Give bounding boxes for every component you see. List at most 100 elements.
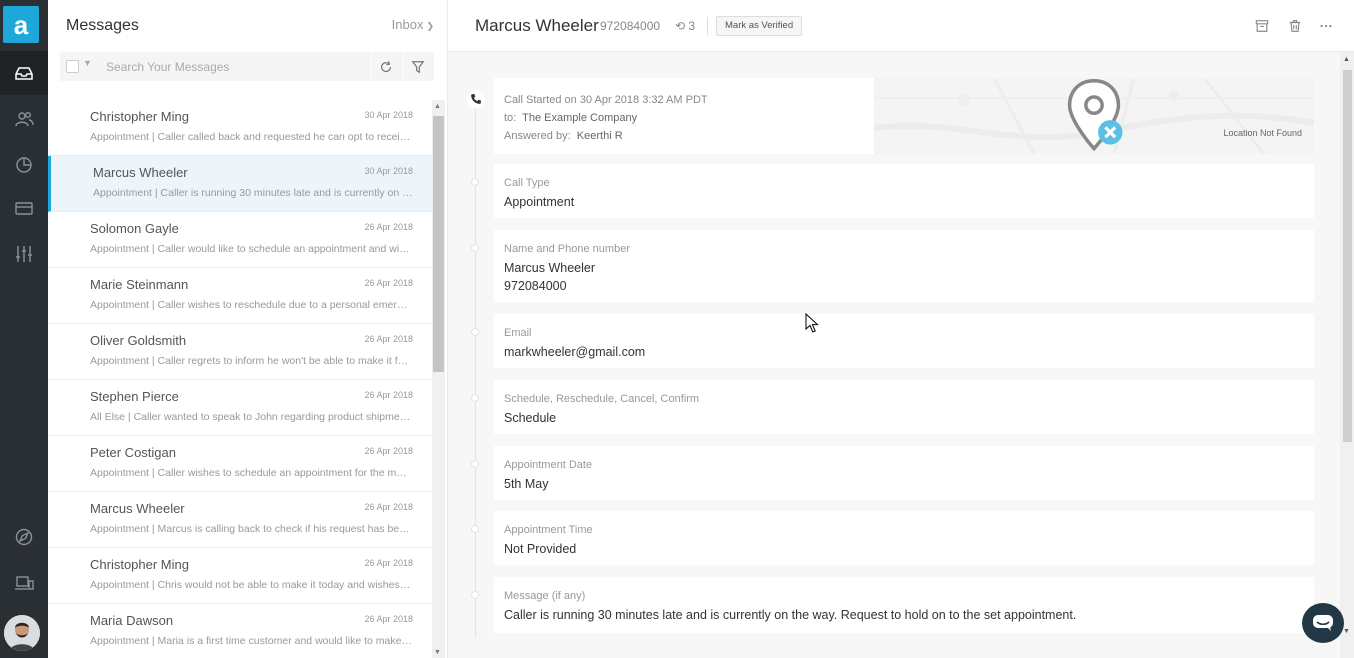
rail-settings-button[interactable] — [0, 232, 48, 276]
history-count-value: 3 — [688, 19, 696, 33]
select-options-chevron-icon[interactable]: ▼ — [83, 58, 92, 68]
call-to-label: to: — [504, 112, 517, 124]
location-status: Location Not Found — [1223, 128, 1302, 138]
scroll-up-icon[interactable]: ▲ — [1343, 56, 1350, 63]
message-snippet: Appointment | Maria is a first time cust… — [90, 635, 412, 647]
app-logo[interactable]: a — [3, 6, 39, 43]
sender-name: Peter Costigan — [90, 445, 176, 460]
scroll-up-icon[interactable]: ▲ — [434, 103, 441, 110]
folder-dropdown[interactable]: Inbox ❯ — [392, 17, 434, 32]
scroll-down-icon[interactable]: ▼ — [434, 649, 441, 656]
field-card: Email markwheeler@gmail.com — [494, 314, 1314, 368]
message-snippet: Appointment | Marcus is calling back to … — [90, 523, 412, 535]
list-item[interactable]: Solomon Gayle 26 Apr 2018 Appointment | Ca… — [48, 212, 432, 268]
search-input[interactable] — [106, 56, 368, 77]
rail-reports-button[interactable] — [0, 142, 48, 186]
archive-icon — [1255, 20, 1269, 32]
detail-scrollbar-thumb[interactable] — [1343, 70, 1352, 442]
sender-name: Solomon Gayle — [90, 221, 179, 236]
message-detail-panel: Marcus Wheeler 972084000 ⟲ 3 Mark as Ver… — [448, 0, 1354, 658]
list-item[interactable]: Oliver Goldsmith 26 Apr 2018 Appointment |… — [48, 324, 432, 380]
message-snippet: Appointment | Caller called back and req… — [90, 131, 412, 143]
list-item[interactable]: Marcus Wheeler 26 Apr 2018 Appointment | M… — [48, 492, 432, 548]
field-card: Appointment Time Not Provided — [494, 511, 1314, 565]
message-date: 26 Apr 2018 — [364, 558, 413, 568]
location-pin-icon — [1067, 78, 1123, 152]
timeline-line — [475, 90, 476, 638]
search-bar: ▼ — [60, 52, 434, 81]
sender-name: Marcus Wheeler — [93, 165, 188, 180]
message-date: 26 Apr 2018 — [364, 446, 413, 456]
detail-scrollbar[interactable]: ▲ ▼ — [1340, 52, 1354, 658]
rail-billing-button[interactable] — [0, 186, 48, 230]
rail-devices-button[interactable] — [0, 561, 48, 605]
field-value: Caller is running 30 minutes late and is… — [504, 608, 1077, 622]
more-horizontal-icon — [1320, 24, 1332, 28]
message-snippet: Appointment | Caller is running 30 minut… — [93, 187, 415, 199]
header-divider — [707, 17, 708, 35]
sender-name: Stephen Pierce — [90, 389, 179, 404]
trash-icon — [1289, 20, 1301, 32]
filter-icon — [411, 60, 425, 73]
field-value: Marcus Wheeler 972084000 — [504, 261, 595, 293]
list-item[interactable]: Christopher Ming 30 Apr 2018 Appointment |… — [48, 100, 432, 156]
sliders-icon — [16, 246, 32, 262]
phone-icon — [467, 90, 485, 108]
list-item[interactable]: Stephen Pierce 26 Apr 2018 All Else | Call… — [48, 380, 432, 436]
list-scrollbar-thumb[interactable] — [433, 116, 444, 372]
sender-name: Christopher Ming — [90, 109, 189, 124]
user-avatar[interactable] — [4, 615, 40, 651]
left-rail: a — [0, 0, 48, 658]
call-info-card: Call Started on 30 Apr 2018 3:32 AM PDT … — [494, 78, 1314, 154]
call-started: Call Started on 30 Apr 2018 3:32 AM PDT — [504, 94, 708, 106]
field-label: Schedule, Reschedule, Cancel, Confirm — [504, 393, 700, 405]
field-value: Not Provided — [504, 542, 577, 556]
field-label: Appointment Date — [504, 459, 593, 471]
field-label: Name and Phone number — [504, 243, 630, 255]
rail-contacts-button[interactable] — [0, 97, 48, 141]
more-options-button[interactable] — [1317, 17, 1335, 35]
rail-inbox-button[interactable] — [0, 51, 48, 95]
field-card: Call Type Appointment — [494, 164, 1314, 218]
list-item[interactable]: Christopher Ming 26 Apr 2018 Appointment |… — [48, 548, 432, 604]
timeline-dot — [471, 244, 479, 252]
list-item[interactable]: Marie Steinmann 26 Apr 2018 Appointment | … — [48, 268, 432, 324]
list-scrollbar[interactable]: ▲ ▼ — [432, 100, 445, 658]
chat-button[interactable] — [1302, 603, 1344, 643]
message-date: 26 Apr 2018 — [364, 502, 413, 512]
chevron-down-icon: ❯ — [426, 21, 434, 31]
message-rows: Christopher Ming 30 Apr 2018 Appointment |… — [48, 100, 432, 658]
message-list-panel: Messages Inbox❯ ▼ Christopher Ming 30 Apr… — [48, 0, 448, 658]
field-card: Appointment Date 5th May — [494, 446, 1314, 500]
field-label: Call Type — [504, 177, 550, 189]
field-label: Message (if any) — [504, 590, 586, 602]
history-count[interactable]: ⟲ 3 — [675, 19, 695, 33]
select-all-checkbox[interactable] — [66, 60, 79, 73]
message-date: 30 Apr 2018 — [364, 110, 413, 120]
list-item[interactable]: Marcus Wheeler 30 Apr 2018 Appointment | C… — [48, 156, 432, 212]
card-icon — [15, 202, 33, 215]
rail-explore-button[interactable] — [0, 515, 48, 559]
delete-button[interactable] — [1286, 17, 1304, 35]
sender-name: Marie Steinmann — [90, 277, 189, 292]
scroll-down-icon[interactable]: ▼ — [1343, 628, 1350, 635]
timeline-dot — [471, 591, 479, 599]
refresh-button[interactable] — [371, 52, 400, 81]
archive-button[interactable] — [1253, 17, 1271, 35]
call-answered: Answered by: Keerthi R — [504, 130, 623, 142]
field-value: 5th May — [504, 477, 549, 491]
chat-icon — [1313, 615, 1333, 631]
filter-button[interactable] — [403, 52, 432, 81]
field-card: Schedule, Reschedule, Cancel, Confirm Sch… — [494, 380, 1314, 434]
devices-icon — [15, 576, 34, 590]
list-item[interactable]: Peter Costigan 26 Apr 2018 Appointment | C… — [48, 436, 432, 492]
location-map[interactable]: Location Not Found — [874, 78, 1314, 154]
call-to: to: The Example Company — [504, 112, 637, 124]
message-snippet: Appointment | Caller wishes to schedule … — [90, 467, 412, 479]
mark-verified-button[interactable]: Mark as Verified — [716, 16, 803, 36]
field-card: Message (if any) Caller is running 30 min… — [494, 577, 1314, 633]
timeline-dot — [471, 178, 479, 186]
list-item[interactable]: Maria Dawson 26 Apr 2018 Appointment | Mar… — [48, 604, 432, 658]
sender-name: Oliver Goldsmith — [90, 333, 187, 348]
contact-name: Marcus Wheeler — [475, 16, 599, 35]
